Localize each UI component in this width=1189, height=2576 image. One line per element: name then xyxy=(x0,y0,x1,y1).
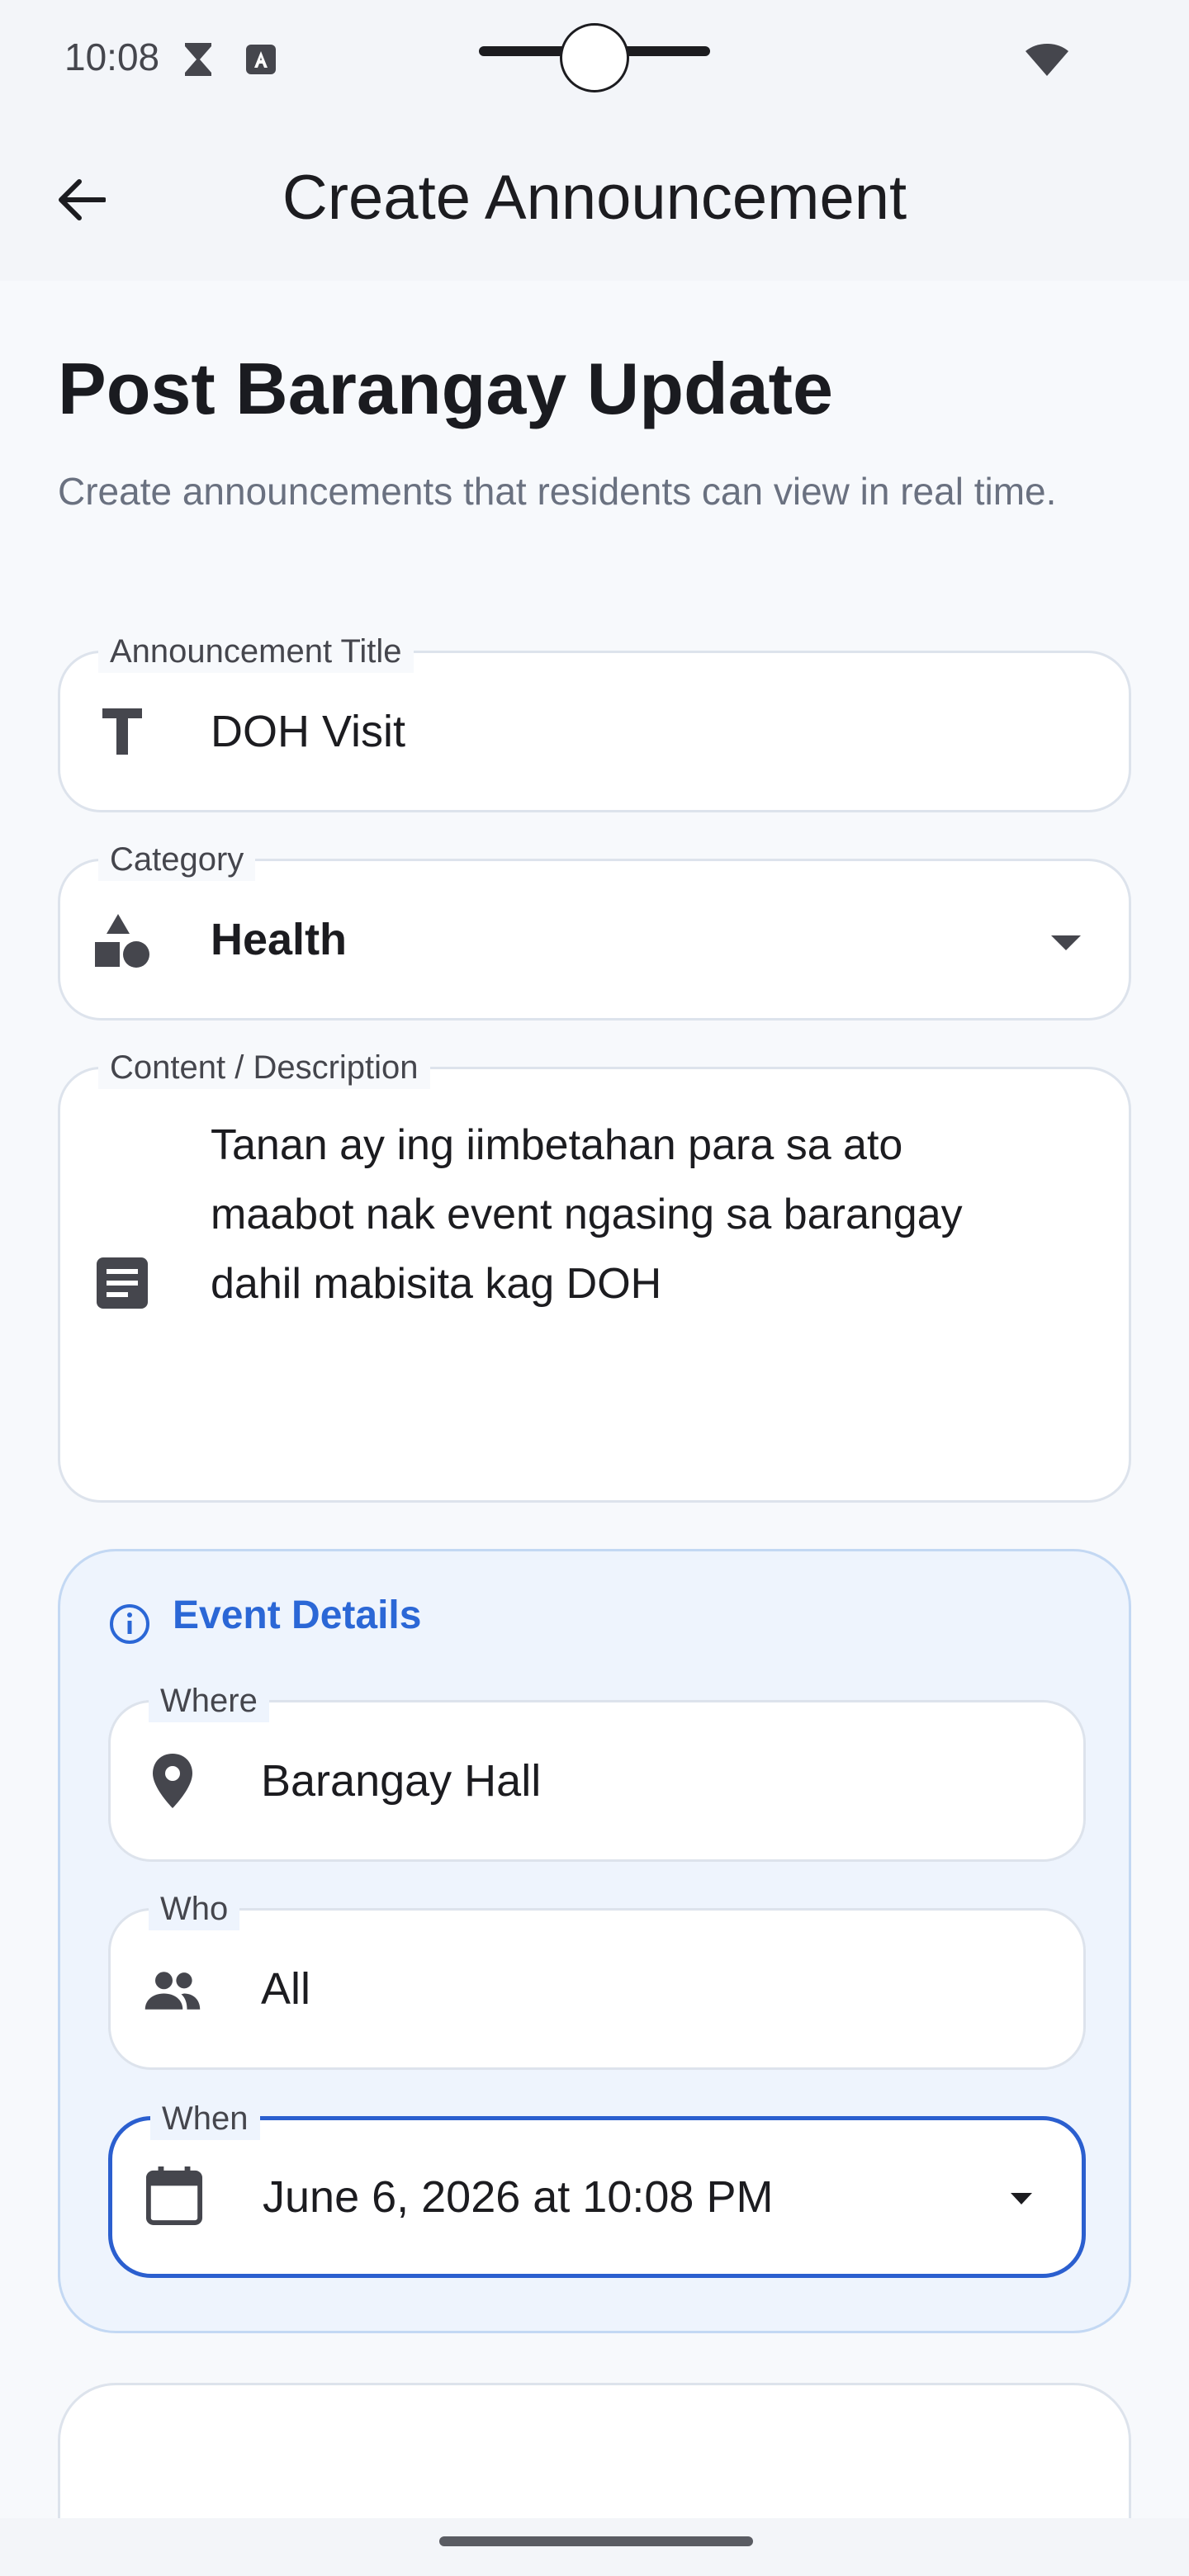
navigation-bar xyxy=(0,2518,1189,2576)
content-line: dahil mabisita kag DOH xyxy=(211,1260,662,1308)
app-bar-title: Create Announcement xyxy=(282,163,907,233)
chevron-down-icon xyxy=(1049,934,1082,956)
content-description-label: Content / Description xyxy=(98,1046,430,1089)
info-icon xyxy=(108,1603,151,1650)
people-icon xyxy=(144,1962,201,2020)
category-dropdown[interactable]: Category Health xyxy=(58,838,1131,1020)
when-field[interactable]: When June 6, 2026 at 10:08 PM xyxy=(108,2097,1086,2278)
where-field[interactable]: Where Barangay Hall xyxy=(108,1679,1086,1862)
status-bar: 10:08 xyxy=(0,0,1189,116)
category-icon xyxy=(93,912,151,970)
keyboard-a-icon xyxy=(244,41,277,82)
description-icon xyxy=(93,1254,151,1312)
chevron-down-icon xyxy=(1009,2191,1034,2210)
who-input[interactable]: All xyxy=(261,1963,310,2015)
app-bar: Create Announcement xyxy=(0,116,1189,281)
announcement-title-field[interactable]: Announcement Title DOH Visit xyxy=(58,630,1131,812)
content-line: Tanan ay ing iimbetahan para sa ato xyxy=(211,1121,903,1169)
page-heading: Post Barangay Update xyxy=(58,348,833,429)
content-line: maabot nak event ngasing sa barangay xyxy=(211,1191,963,1238)
hourglass-icon xyxy=(182,41,215,82)
home-indicator[interactable] xyxy=(439,2536,753,2546)
page-subtitle: Create announcements that residents can … xyxy=(58,470,1057,513)
where-label: Where xyxy=(149,1679,269,1722)
who-label: Who xyxy=(149,1887,240,1930)
when-label: When xyxy=(150,2097,260,2140)
wifi-icon xyxy=(1024,40,1070,82)
event-details-card: Event Details Where Barangay Hall Who Al… xyxy=(58,1549,1131,2333)
camera-cutout xyxy=(560,23,629,92)
content-description-input[interactable]: Tanan ay ing iimbetahan para sa ato maab… xyxy=(211,1110,963,1319)
who-field[interactable]: Who All xyxy=(108,1887,1086,2070)
status-time: 10:08 xyxy=(64,36,160,78)
location-pin-icon xyxy=(144,1752,201,1810)
category-value: Health xyxy=(211,915,348,964)
announcement-title-label: Announcement Title xyxy=(98,630,414,673)
title-icon xyxy=(93,703,151,760)
content-description-field[interactable]: Content / Description Tanan ay ing iimbe… xyxy=(58,1046,1131,1503)
announcement-title-input[interactable]: DOH Visit xyxy=(211,706,405,757)
where-input[interactable]: Barangay Hall xyxy=(261,1755,541,1807)
when-value: June 6, 2026 at 10:08 PM xyxy=(263,2172,774,2222)
calendar-icon xyxy=(145,2166,203,2225)
category-label: Category xyxy=(98,838,256,881)
event-details-title: Event Details xyxy=(173,1593,422,1637)
